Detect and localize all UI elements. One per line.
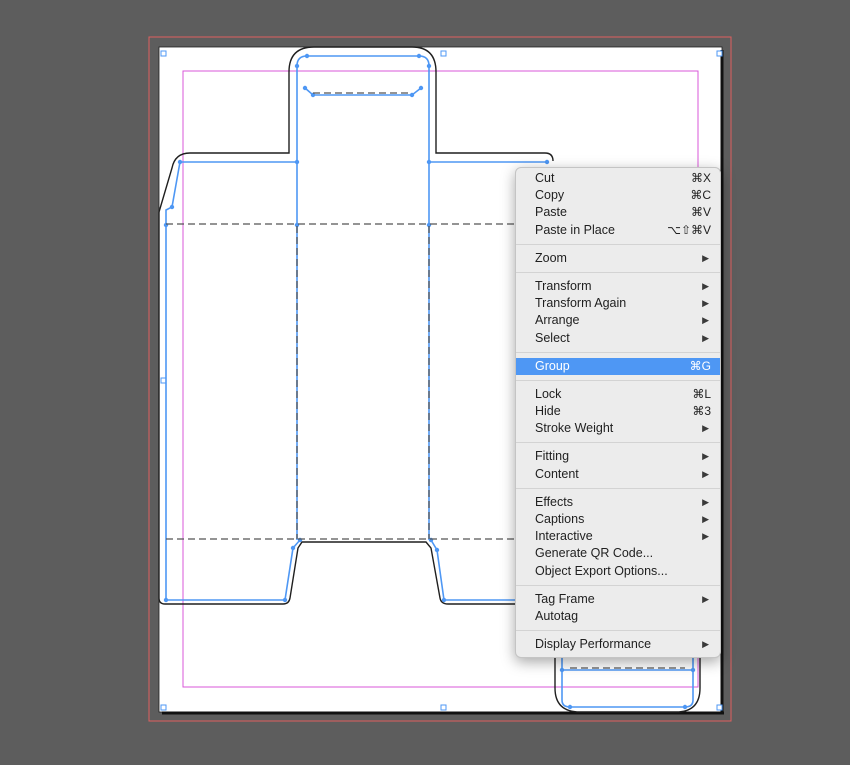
menu-separator: [516, 487, 720, 489]
menu-item-transform[interactable]: Transform ▶: [516, 278, 720, 295]
submenu-arrow-icon: ▶: [702, 531, 709, 542]
submenu-arrow-icon: ▶: [702, 423, 709, 434]
submenu-arrow-icon: ▶: [702, 468, 709, 479]
menu-separator: [516, 379, 720, 381]
menu-item-label: Content: [535, 466, 579, 481]
submenu-arrow-icon: ▶: [702, 451, 709, 462]
menu-item-label: Interactive: [535, 529, 593, 544]
menu-item-label: Select: [535, 330, 570, 345]
submenu-arrow-icon: ▶: [702, 252, 709, 263]
submenu-arrow-icon: ▶: [702, 514, 709, 524]
menu-item-label: Copy: [535, 188, 565, 203]
submenu-arrow-icon: ▶: [702, 496, 709, 507]
menu-item-effects[interactable]: Effects ▶: [516, 494, 720, 511]
submenu-arrow-icon: ▶: [702, 280, 709, 291]
menu-separator: [516, 351, 720, 353]
menu-item-label: Captions: [535, 512, 585, 526]
menu-item-label: Cut: [535, 171, 555, 185]
menu-item-select[interactable]: Select ▶: [516, 330, 720, 347]
menu-item-shortcut: ⌥⇧⌘V: [667, 222, 711, 237]
submenu-arrow-icon: ▶: [702, 298, 709, 309]
menu-item-label: Autotag: [535, 608, 579, 623]
menu-item-captions[interactable]: Captions ▶: [516, 511, 720, 528]
menu-item-group[interactable]: Group ⌘G: [516, 357, 720, 375]
menu-item-display-performance[interactable]: Display Performance ▶: [516, 636, 720, 653]
menu-item-transform-again[interactable]: Transform Again ▶: [516, 295, 720, 312]
menu-item-shortcut: ⌘X: [690, 171, 711, 185]
menu-separator: [516, 584, 720, 586]
menu-item-label: Transform Again: [535, 296, 627, 311]
menu-item-arrange[interactable]: Arrange ▶: [516, 312, 720, 329]
menu-item-lock[interactable]: Lock ⌘L: [516, 386, 720, 403]
menu-item-label: Stroke Weight: [535, 421, 614, 436]
menu-item-paste[interactable]: Paste ⌘V: [516, 204, 720, 221]
submenu-arrow-icon: ▶: [702, 593, 709, 604]
menu-item-label: Arrange: [535, 313, 580, 328]
menu-item-content[interactable]: Content ▶: [516, 466, 720, 483]
menu-separator: [516, 243, 720, 245]
menu-item-label: Lock: [535, 386, 562, 401]
submenu-arrow-icon: ▶: [702, 315, 709, 326]
menu-item-interactive[interactable]: Interactive ▶: [516, 528, 720, 545]
page-artwork[interactable]: [0, 0, 850, 765]
menu-item-label: Generate QR Code...: [535, 546, 654, 561]
menu-item-label: Fitting: [535, 449, 570, 464]
menu-item-label: Transform: [535, 278, 592, 293]
menu-item-label: Paste: [535, 205, 567, 220]
menu-item-label: Tag Frame: [535, 591, 595, 606]
menu-item-stroke-weight[interactable]: Stroke Weight ▶: [516, 420, 720, 437]
submenu-arrow-icon: ▶: [702, 332, 709, 343]
menu-item-generate-qr-code[interactable]: Generate QR Code...: [516, 545, 720, 562]
menu-item-copy[interactable]: Copy ⌘C: [516, 187, 720, 204]
menu-separator: [516, 630, 720, 632]
menu-item-shortcut: ⌘L: [692, 386, 711, 401]
menu-item-fitting[interactable]: Fitting ▶: [516, 448, 720, 465]
menu-item-label: Group: [535, 358, 570, 373]
document-canvas[interactable]: Cut ⌘X Copy ⌘C Paste ⌘V Paste in Place ⌥⇧⌘V Zoom…: [0, 0, 850, 765]
context-menu[interactable]: Cut ⌘X Copy ⌘C Paste ⌘V Paste in Place ⌥⇧⌘V Zoom…: [515, 167, 721, 659]
menu-item-label: Zoom: [535, 250, 567, 265]
menu-separator: [516, 442, 720, 444]
menu-item-shortcut: ⌘C: [690, 188, 711, 203]
menu-item-label: Effects: [535, 494, 573, 509]
menu-item-label: Display Performance: [535, 637, 652, 652]
menu-item-object-export-options[interactable]: Object Export Options...: [516, 563, 720, 580]
menu-separator: [516, 271, 720, 273]
menu-item-autotag[interactable]: Autotag: [516, 608, 720, 625]
menu-item-hide[interactable]: Hide ⌘3: [516, 403, 720, 420]
menu-item-cut[interactable]: Cut ⌘X: [516, 170, 720, 187]
menu-item-tag-frame[interactable]: Tag Frame ▶: [516, 591, 720, 608]
menu-item-label: Object Export Options...: [535, 563, 668, 578]
submenu-arrow-icon: ▶: [702, 639, 709, 650]
menu-item-shortcut: ⌘V: [690, 205, 711, 220]
menu-item-zoom[interactable]: Zoom ▶: [516, 250, 720, 267]
menu-item-shortcut: ⌘G: [689, 358, 711, 373]
menu-item-label: Paste in Place: [535, 222, 615, 237]
menu-item-shortcut: ⌘3: [692, 404, 711, 419]
menu-item-paste-in-place[interactable]: Paste in Place ⌥⇧⌘V: [516, 222, 720, 239]
menu-item-label: Hide: [535, 404, 561, 419]
